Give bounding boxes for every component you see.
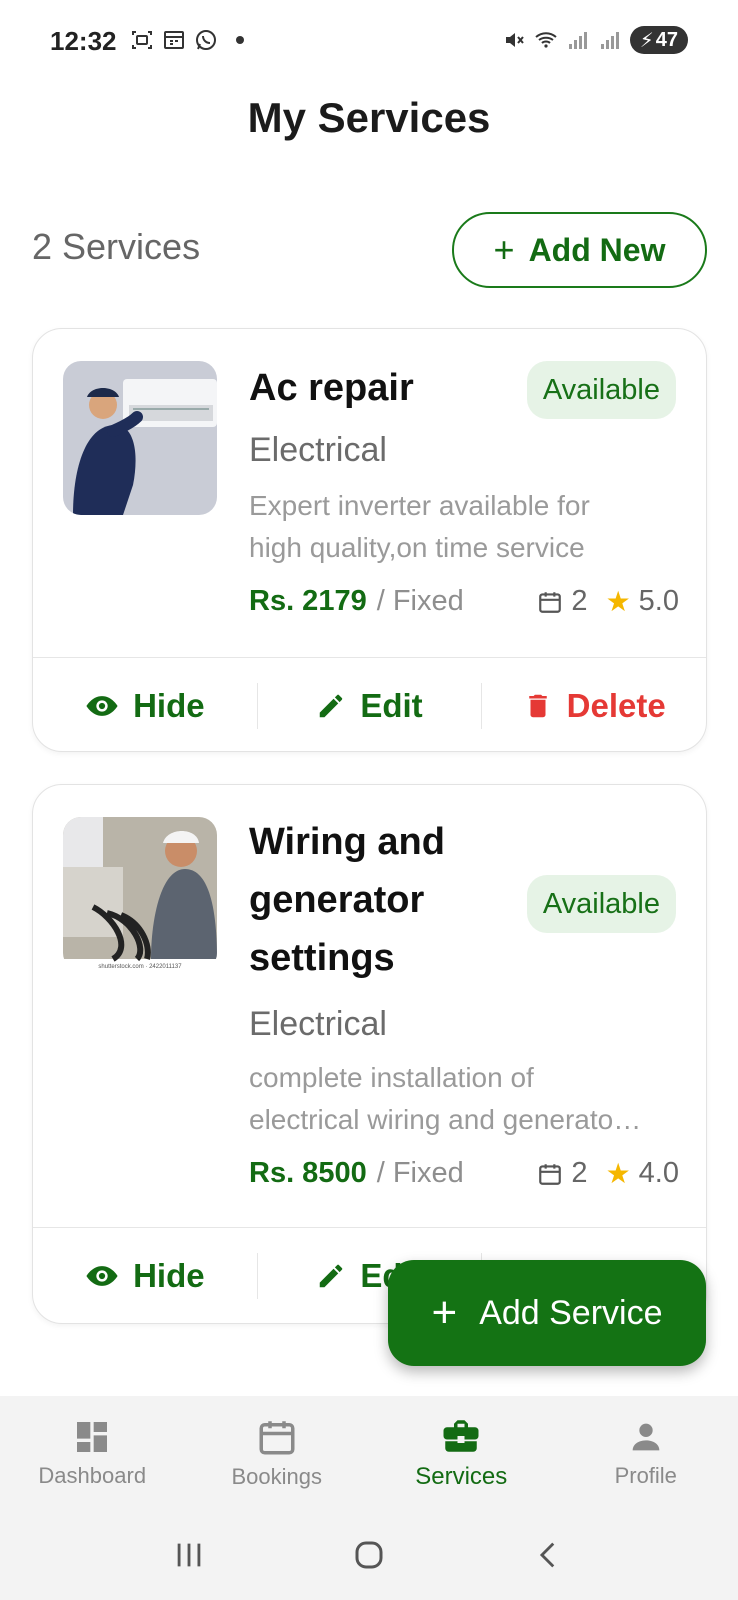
add-new-label: Add New: [528, 231, 666, 268]
briefcase-icon: [443, 1420, 479, 1452]
pencil-icon: [320, 1264, 343, 1288]
hide-label: Hide: [133, 687, 205, 724]
charging-icon: ⚡: [639, 29, 654, 52]
nav-item-dashboard[interactable]: Dashboard: [0, 1396, 185, 1510]
hide-button[interactable]: Hide: [33, 1257, 257, 1295]
nav-item-services[interactable]: Services: [369, 1396, 554, 1510]
page-title: My Services: [247, 94, 491, 141]
service-description: Expert inverter available for high quali…: [249, 485, 679, 569]
title-line: generator: [249, 879, 425, 921]
calendar-notification-icon: [164, 31, 184, 49]
edit-label: Edit: [360, 687, 423, 724]
service-image: shutterstock.com · 2422011137: [63, 817, 217, 971]
card-actions: Hide Edit Delete: [33, 659, 706, 751]
nav-item-bookings[interactable]: Bookings: [185, 1396, 370, 1510]
divider: [33, 1227, 706, 1228]
service-image: [63, 361, 217, 515]
service-title: Ac repair: [249, 367, 414, 409]
add-service-label: Add Service: [479, 1293, 663, 1332]
notification-icons: [130, 28, 244, 52]
service-price: Rs. 2179: [249, 585, 367, 617]
delete-label: Delete: [566, 687, 666, 724]
title-line: Wiring and: [249, 821, 445, 863]
service-card[interactable]: shutterstock.com · 2422011137 Wiring and…: [32, 784, 707, 1324]
service-category: Electrical: [249, 1005, 387, 1043]
mute-icon: [505, 33, 524, 47]
bottom-navigation: Dashboard Bookings Services Profile: [0, 1396, 738, 1510]
nav-label: Services: [415, 1463, 508, 1490]
system-icons: ⚡ 47: [502, 26, 688, 54]
description-line: Expert inverter available for: [249, 490, 590, 521]
image-caption: shutterstock.com · 2422011137: [98, 964, 182, 970]
nav-item-profile[interactable]: Profile: [554, 1396, 738, 1510]
trash-icon: [528, 694, 547, 718]
whatsapp-icon: [196, 30, 216, 50]
service-meta: 2 ★ 5.0: [537, 585, 679, 618]
price-type: / Fixed: [376, 585, 464, 617]
status-badge: Available: [526, 361, 676, 419]
bookings-count: 2: [571, 585, 588, 617]
add-service-fab[interactable]: + Add Service: [388, 1260, 706, 1366]
delete-button[interactable]: Delete: [482, 687, 706, 725]
nav-label: Dashboard: [38, 1463, 147, 1488]
home-icon[interactable]: [351, 1537, 387, 1573]
status-badge: Available: [526, 875, 676, 933]
calendar-icon: [539, 1163, 562, 1185]
rating-value: 4.0: [638, 1157, 679, 1189]
service-title: Wiring and generator settings: [249, 813, 509, 987]
recent-apps-icon[interactable]: [172, 1538, 206, 1572]
system-navigation-bar: [0, 1510, 738, 1600]
edit-button[interactable]: Edit: [258, 687, 482, 725]
eye-icon: [86, 696, 118, 716]
calendar-icon: [539, 591, 562, 613]
service-card[interactable]: Ac repair Available Electrical Expert in…: [32, 328, 707, 752]
wifi-icon: [535, 32, 557, 48]
price-row: Rs. 2179 / Fixed 2 ★ 5.0: [249, 585, 679, 618]
eye-icon: [86, 1266, 118, 1286]
services-count: 2 Services: [32, 226, 201, 267]
star-icon: ★: [605, 1158, 631, 1189]
rating-value: 5.0: [638, 585, 679, 617]
status-bar: 12:32 ⚡ 47: [0, 0, 738, 84]
person-icon: [632, 1423, 660, 1451]
add-new-button[interactable]: + Add New: [452, 212, 707, 288]
service-meta: 2 ★ 4.0: [537, 1157, 679, 1190]
service-description: complete installation of electrical wiri…: [249, 1057, 679, 1141]
title-line: settings: [249, 937, 395, 979]
service-category: Electrical: [249, 431, 387, 469]
status-time: 12:32: [50, 26, 117, 56]
plus-icon: +: [431, 1288, 458, 1337]
pencil-icon: [320, 694, 343, 718]
signal-icon: [568, 32, 587, 49]
screenshot-icon: [132, 31, 152, 49]
price-row: Rs. 8500 / Fixed 2 ★ 4.0: [249, 1157, 679, 1190]
divider: [33, 657, 706, 658]
hide-button[interactable]: Hide: [33, 687, 257, 725]
hide-label: Hide: [133, 1257, 205, 1294]
description-line: electrical wiring and generato…: [249, 1104, 642, 1135]
bookings-count: 2: [571, 1157, 588, 1189]
nav-label: Bookings: [231, 1464, 322, 1489]
service-price: Rs. 8500: [249, 1157, 367, 1189]
description-line: complete installation of: [249, 1062, 534, 1093]
price-type: / Fixed: [376, 1157, 464, 1189]
battery-level: 47: [655, 28, 678, 51]
signal-2-icon: [600, 32, 619, 49]
more-notifications-dot: [236, 36, 244, 44]
calendar-icon: [259, 1421, 295, 1455]
star-icon: ★: [605, 586, 631, 617]
dashboard-icon: [77, 1422, 108, 1452]
battery-indicator: ⚡ 47: [629, 26, 688, 54]
description-line: high quality,on time service: [249, 532, 585, 563]
plus-icon: +: [493, 229, 515, 270]
nav-label: Profile: [614, 1463, 677, 1488]
back-icon[interactable]: [532, 1538, 566, 1572]
